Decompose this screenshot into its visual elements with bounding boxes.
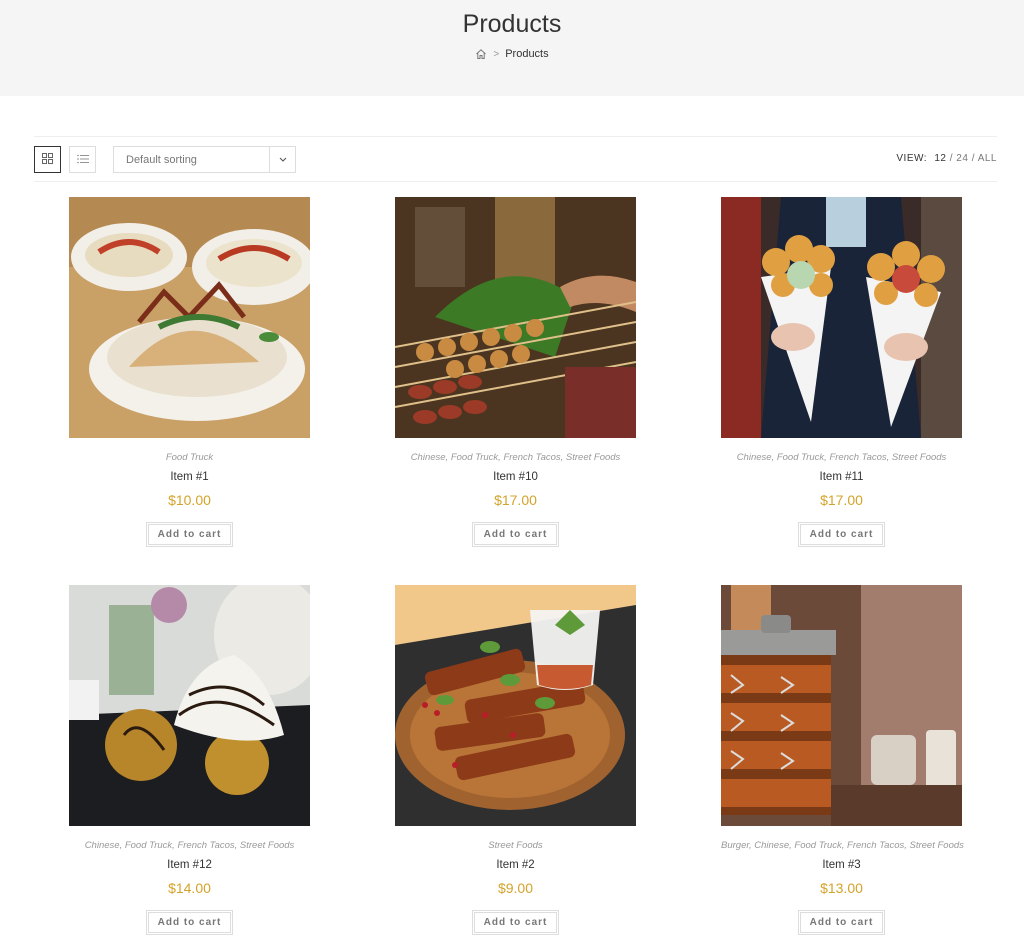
product-title[interactable]: Item #10 [395, 471, 636, 483]
product-image[interactable] [69, 197, 310, 438]
product-price: $17.00 [820, 492, 863, 508]
view-option-all[interactable]: ALL [978, 153, 997, 164]
product-image[interactable] [721, 585, 962, 826]
product-title[interactable]: Item #2 [395, 859, 636, 871]
product-card: Chinese, Food Truck, French Tacos, Stree… [721, 197, 962, 547]
product-categories[interactable]: Chinese, Food Truck, French Tacos, Stree… [721, 452, 962, 466]
view-option-12[interactable]: 12 [934, 153, 946, 164]
chevron-down-icon [269, 147, 295, 172]
product-card: Burger, Chinese, Food Truck, French Taco… [721, 585, 964, 935]
view-separator: / [971, 153, 975, 164]
product-price: $13.00 [820, 880, 863, 896]
product-image[interactable] [721, 197, 962, 438]
product-categories[interactable]: Chinese, Food Truck, French Tacos, Stree… [395, 452, 636, 466]
product-card: Chinese, Food Truck, French Tacos, Stree… [395, 197, 636, 547]
product-image[interactable] [395, 197, 636, 438]
breadcrumb-separator: > [493, 48, 500, 60]
add-to-cart-button[interactable]: Add to cart [471, 522, 560, 547]
sorting-value: Default sorting [126, 153, 197, 166]
view-option-24[interactable]: 24 [956, 153, 968, 164]
view-separator: / [949, 153, 953, 164]
add-to-cart-button[interactable]: Add to cart [797, 522, 886, 547]
add-to-cart-button[interactable]: Add to cart [145, 522, 234, 547]
list-view-button[interactable] [69, 146, 96, 173]
product-price: $9.00 [497, 880, 534, 896]
add-to-cart-button[interactable]: Add to cart [145, 910, 234, 935]
page-title: Products [462, 10, 562, 38]
grid-view-icon [42, 151, 53, 169]
view-label: VIEW: [896, 153, 928, 164]
product-title[interactable]: Item #11 [721, 471, 962, 483]
add-to-cart-button[interactable]: Add to cart [471, 910, 560, 935]
breadcrumb: > Products [0, 48, 1024, 60]
add-to-cart-button[interactable]: Add to cart [797, 910, 886, 935]
product-price: $14.00 [168, 880, 211, 896]
product-categories[interactable]: Chinese, Food Truck, French Tacos, Stree… [69, 840, 310, 854]
product-image[interactable] [69, 585, 310, 826]
product-card: Street Foods Item #2 $9.00 Add to cart [395, 585, 636, 935]
product-categories[interactable]: Street Foods [395, 840, 636, 854]
products-per-page: VIEW: 12 / 24 / ALL [896, 153, 997, 164]
product-title[interactable]: Item #3 [721, 859, 962, 871]
product-categories[interactable]: Food Truck [69, 452, 310, 466]
product-price: $17.00 [494, 492, 537, 508]
product-image[interactable] [395, 585, 636, 826]
home-icon[interactable] [475, 48, 487, 60]
list-view-icon [76, 151, 89, 169]
sorting-select[interactable]: Default sorting [113, 146, 296, 173]
product-title[interactable]: Item #1 [69, 471, 310, 483]
product-title[interactable]: Item #12 [69, 859, 310, 871]
breadcrumb-current: Products [505, 48, 549, 60]
product-card: Chinese, Food Truck, French Tacos, Stree… [69, 585, 310, 935]
shop-toolbar: Default sorting VIEW: 12 / 24 / ALL [34, 136, 997, 182]
product-card: Food Truck Item #1 $10.00 Add to cart [69, 197, 310, 547]
product-price: $10.00 [168, 492, 211, 508]
page-header: Products > Products [0, 0, 1024, 96]
product-categories[interactable]: Burger, Chinese, Food Truck, French Taco… [721, 840, 964, 854]
grid-view-button[interactable] [34, 146, 61, 173]
